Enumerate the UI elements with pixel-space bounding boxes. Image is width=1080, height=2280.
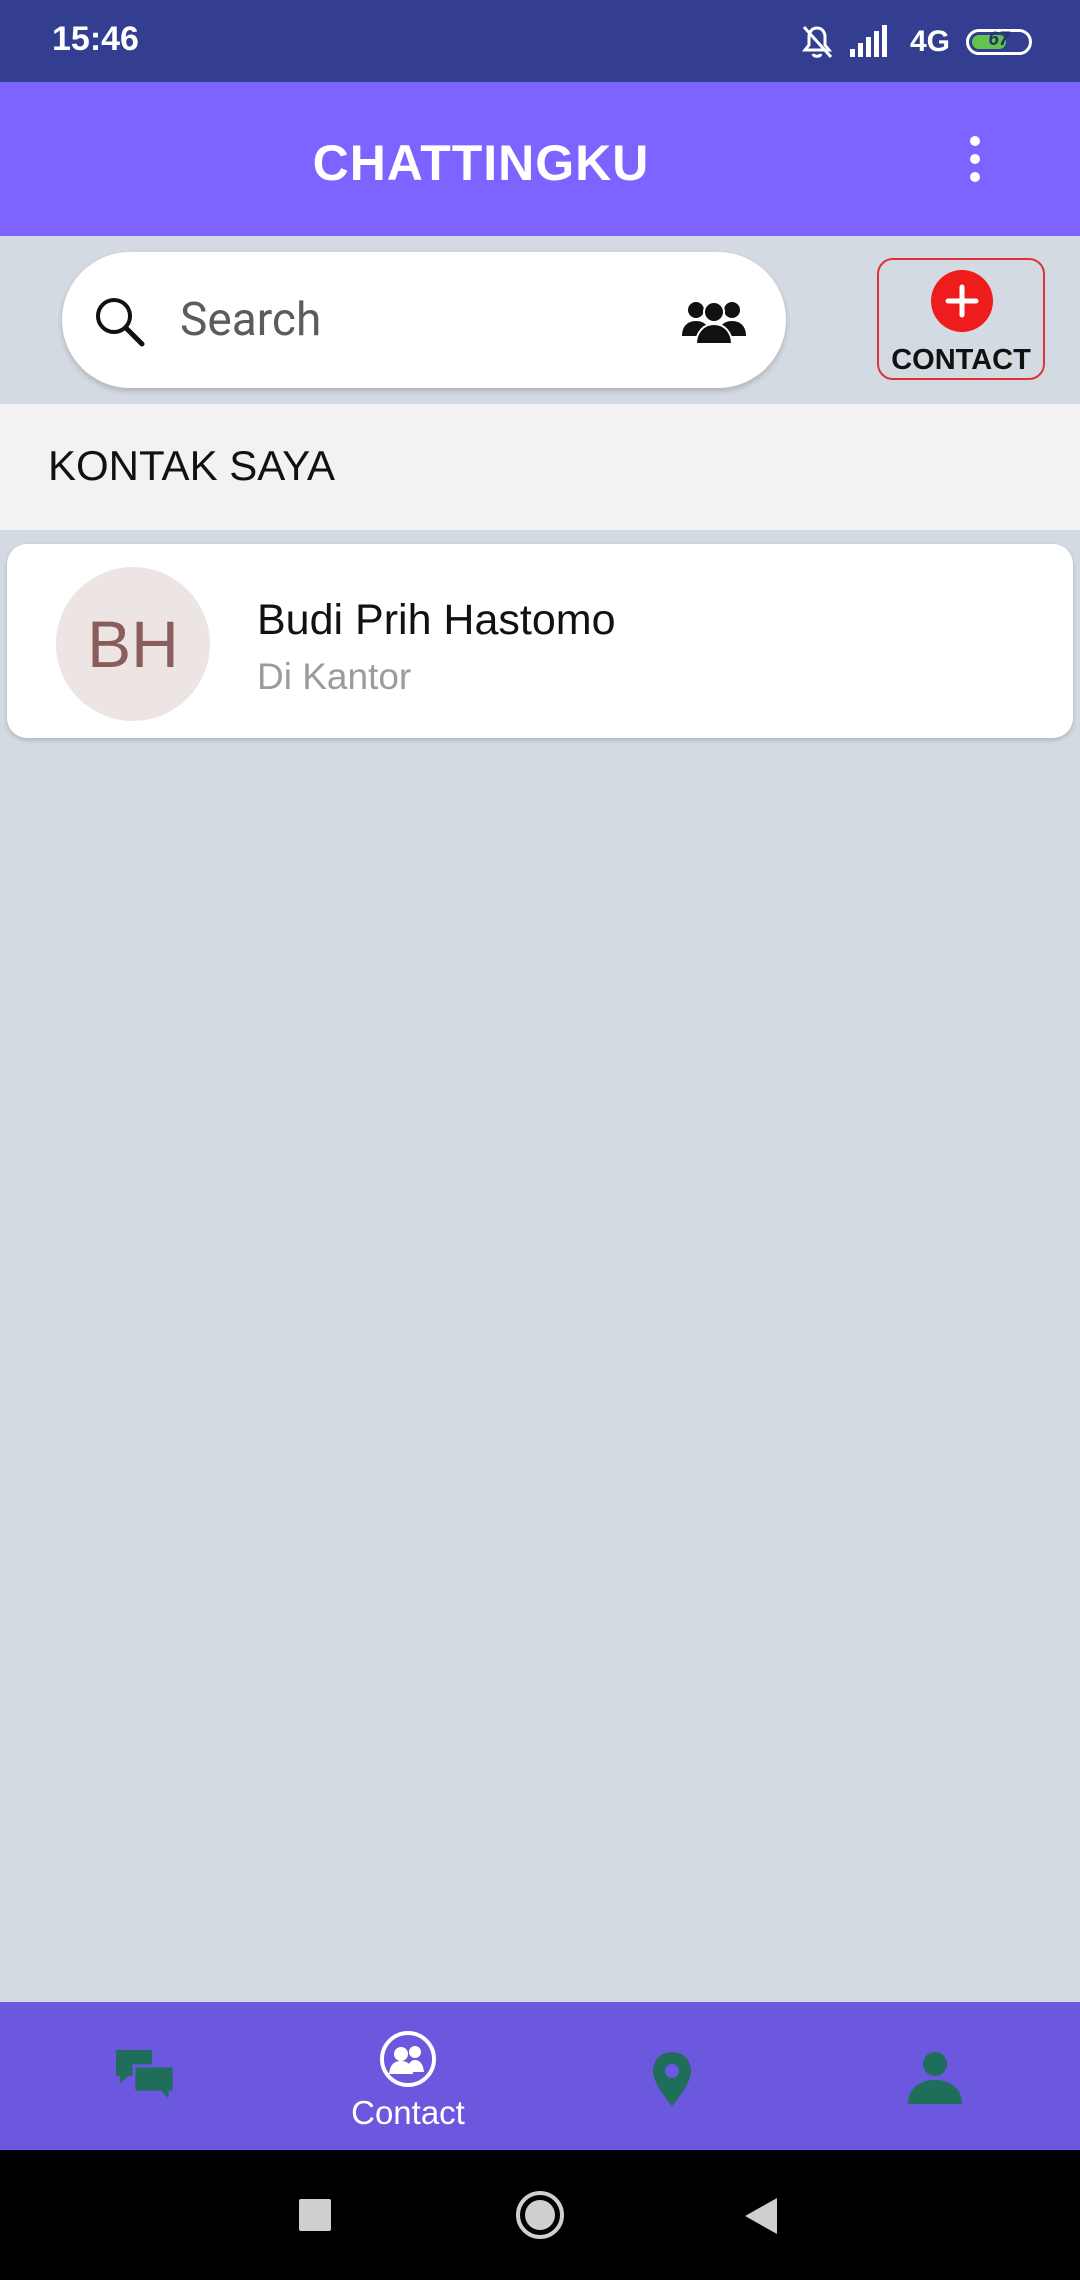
contact-name: Budi Prih Hastomo xyxy=(257,596,616,644)
home-button[interactable] xyxy=(465,2150,615,2280)
group-icon[interactable] xyxy=(682,296,746,344)
home-circle-icon xyxy=(516,2191,564,2239)
signal-icon xyxy=(849,25,887,57)
nav-item-chat[interactable] xyxy=(10,2002,280,2150)
battery-icon: 67 xyxy=(966,29,1032,55)
chat-icon xyxy=(116,2050,176,2104)
more-vert-icon[interactable] xyxy=(950,124,1000,194)
menu-dot xyxy=(970,136,980,146)
contact-status: Di Kantor xyxy=(257,656,412,697)
menu-dot xyxy=(970,154,980,164)
status-bar: 15:46 4G 67 xyxy=(0,0,1080,82)
battery-percentage: 67 xyxy=(988,29,1010,50)
nav-item-location[interactable] xyxy=(537,2002,807,2150)
app-bar: CHATTINGKU xyxy=(0,82,1080,236)
nav-item-contact[interactable]: Contact xyxy=(273,2002,543,2150)
status-time: 15:46 xyxy=(52,20,139,58)
recents-button[interactable] xyxy=(240,2150,390,2280)
add-contact-label: CONTACT xyxy=(891,344,1031,376)
contact-list-item[interactable]: BH Budi Prih Hastomo Di Kantor xyxy=(7,544,1073,738)
app-title: CHATTINGKU xyxy=(312,135,650,191)
status-icons: 4G 67 xyxy=(800,22,1032,62)
section-title: KONTAK SAYA xyxy=(48,442,336,489)
bell-off-icon xyxy=(801,25,833,59)
nav-item-profile[interactable] xyxy=(800,2002,1070,2150)
contact-icon xyxy=(380,2031,436,2087)
search-icon[interactable] xyxy=(92,294,146,348)
menu-dot xyxy=(970,172,980,182)
search-input[interactable] xyxy=(180,280,720,360)
section-header: KONTAK SAYA xyxy=(0,404,1080,530)
back-triangle-icon xyxy=(745,2198,777,2234)
search-bar xyxy=(62,252,786,388)
location-pin-icon xyxy=(653,2052,691,2106)
avatar: BH xyxy=(56,567,210,721)
back-button[interactable] xyxy=(685,2150,835,2280)
system-navigation-bar xyxy=(0,2150,1080,2280)
nav-label-contact: Contact xyxy=(351,2094,465,2131)
bottom-navigation: Contact xyxy=(0,2002,1080,2150)
add-circle-icon xyxy=(931,270,993,332)
profile-icon xyxy=(908,2052,962,2104)
add-contact-button[interactable]: CONTACT xyxy=(877,258,1045,380)
network-type: 4G xyxy=(909,25,950,58)
square-icon xyxy=(299,2199,331,2231)
